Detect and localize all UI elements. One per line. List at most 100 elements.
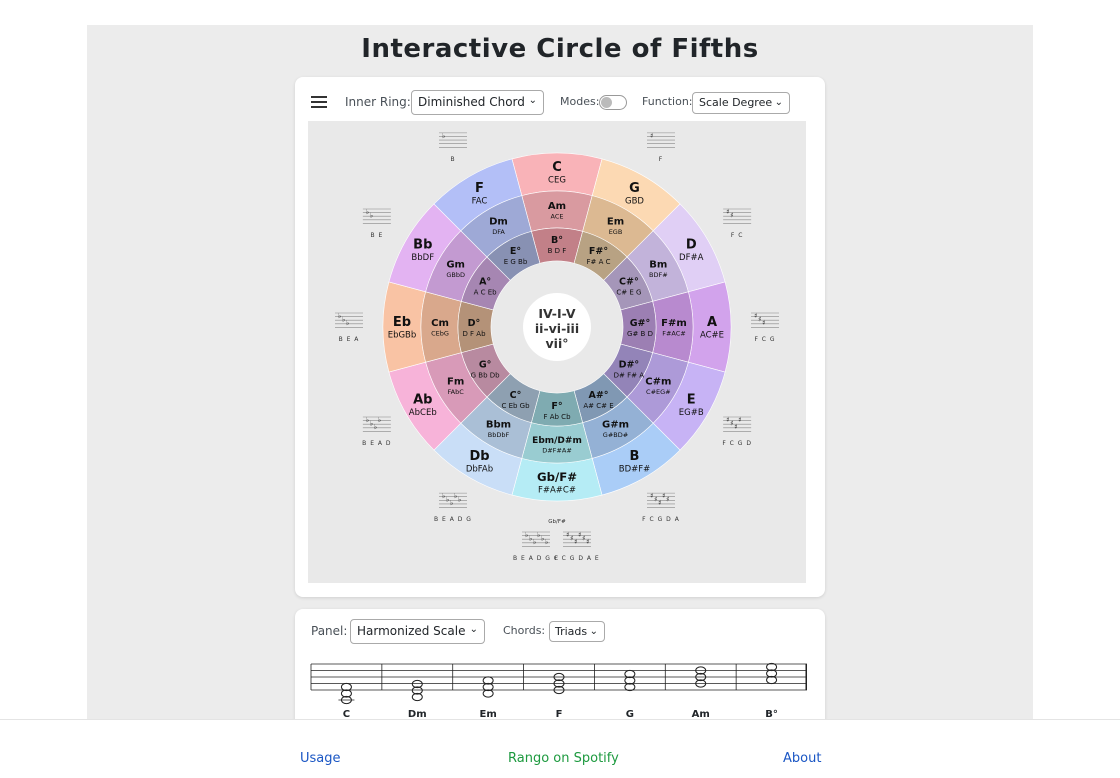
key-signature-label: F C G D A E xyxy=(554,555,599,562)
chord-notes: GBD xyxy=(625,196,644,206)
circle-card: Inner Ring: Diminished Chord ⌄ Modes: Fun… xyxy=(295,77,825,597)
accidental-icon: ♭ xyxy=(545,538,548,546)
chord-notes: CEG xyxy=(548,176,566,186)
accidental-icon: ♭ xyxy=(541,535,544,543)
chord-notes: D# F# A xyxy=(614,372,645,380)
outer-ring-segment[interactable]: AAC#E xyxy=(687,281,732,373)
function-select[interactable]: Scale Degree ⌄ xyxy=(692,92,790,114)
key-signature-label: F xyxy=(659,156,663,163)
panel-select[interactable]: Harmonized Scale ⌄ xyxy=(350,619,485,644)
accidental-icon: ♭ xyxy=(450,499,453,507)
middle-ring-segment[interactable]: CmCEbG xyxy=(420,291,462,363)
inner-ring-segment[interactable]: G#°G# B D xyxy=(620,301,657,353)
chord-name: G#m xyxy=(602,419,629,430)
accidental-icon: ♯ xyxy=(734,423,737,431)
chord-notes: BbDbF xyxy=(488,431,510,439)
middle-ring-segment[interactable]: Ebm/D#mD#F#A# xyxy=(521,422,593,464)
menu-icon[interactable] xyxy=(311,96,327,108)
outer-ring-segment[interactable]: CCEG xyxy=(511,152,603,197)
middle-ring-segment[interactable]: F#mF#AC# xyxy=(652,291,694,363)
chord-name: D xyxy=(686,238,697,253)
chord-name: G xyxy=(629,181,640,196)
accidental-icon: ♭ xyxy=(525,531,528,539)
circle-of-fifths: CCEGGGBDDDF#AAAC#EEEG#BBBD#F#Gb/F#F#A#C#… xyxy=(335,132,779,562)
spotify-link[interactable]: Rango on Spotify xyxy=(508,751,619,766)
chord-name: Gm xyxy=(446,260,465,271)
modes-toggle[interactable] xyxy=(599,95,627,110)
chord-notes: F Ab Cb xyxy=(543,413,571,421)
function-label: Function: xyxy=(642,95,693,108)
chord-name: Em xyxy=(607,217,624,228)
key-signature: ♭ ♭ B E xyxy=(362,208,391,239)
chord-notes: GBbD xyxy=(446,271,465,279)
chord-notes: BbDF xyxy=(411,253,434,263)
chord-notes: BD#F# xyxy=(619,465,651,475)
inner-ring-select[interactable]: Diminished Chord ⌄ xyxy=(411,90,544,115)
middle-ring-segment[interactable]: AmACE xyxy=(521,190,593,232)
chord-notes: ACE xyxy=(551,213,564,221)
key-signature: ♭ ♭ ♭♭ ♭ ♭B E A D G C xyxy=(513,531,558,562)
chords-select[interactable]: Triads ⌄ xyxy=(549,621,605,642)
chord-notes: F# A C xyxy=(586,258,610,266)
chord-notes: G Bb Db xyxy=(471,372,501,380)
accidental-icon: ♯ xyxy=(566,531,569,539)
chord-name: Cm xyxy=(431,318,449,329)
accidental-icon: ♯ xyxy=(582,535,585,543)
inner-ring-label: Inner Ring: xyxy=(345,95,411,109)
chord-notes: B D F xyxy=(548,247,567,255)
accidental-icon: ♭ xyxy=(370,212,373,220)
outer-ring-segment[interactable]: EbEbGBb xyxy=(382,281,427,373)
function-value: Scale Degree xyxy=(699,96,773,109)
chord-name: Eb xyxy=(393,315,411,330)
usage-link[interactable]: Usage xyxy=(300,751,341,766)
key-signature-label: F C xyxy=(731,232,744,239)
chord-notes: E G Bb xyxy=(504,258,528,266)
chord-notes: EGB xyxy=(609,228,623,236)
inner-ring-value: Diminished Chord xyxy=(418,95,525,109)
accidental-icon: ♭ xyxy=(529,535,532,543)
key-signature: ♯ ♯ ♯♯ ♯F C G D A xyxy=(642,492,679,523)
chord-notes: F#A#C# xyxy=(538,486,576,496)
key-signature: ♯ ♯ F C xyxy=(723,208,752,239)
modes-label: Modes: xyxy=(560,95,600,108)
chord-notes: EbGBb xyxy=(388,331,417,341)
chord-notes: FAC xyxy=(472,196,488,206)
chord-name: A xyxy=(707,315,717,330)
chord-name: Bbm xyxy=(486,419,511,430)
key-signature: ♭ ♭ ♭♭B E A D xyxy=(362,416,391,447)
panel-value: Harmonized Scale xyxy=(357,624,466,638)
chord-notes: DbFAb xyxy=(466,465,493,475)
key-signature-label: B E A xyxy=(339,336,360,343)
outer-ring-segment[interactable]: Gb/F# F#A#C# xyxy=(511,457,603,502)
chord-name: A° xyxy=(479,277,491,288)
inner-ring-segment[interactable]: B°B D F xyxy=(531,227,583,264)
key-signature: ♭ ♭ ♭B E A xyxy=(335,312,363,343)
chord-notes: CEbG xyxy=(431,330,449,338)
center-line-1: IV-I-V xyxy=(538,306,576,321)
accidental-icon: ♭ xyxy=(370,420,373,428)
center-line-3: vii° xyxy=(546,336,569,351)
chord-notes: A# C# E xyxy=(583,402,613,410)
chord-name: A#° xyxy=(588,390,608,401)
chord-notes: C# E G xyxy=(616,289,641,297)
accidental-icon: ♭ xyxy=(537,531,540,539)
chord-notes: AbCEb xyxy=(409,408,437,418)
inner-ring-segment[interactable]: F°F Ab Cb xyxy=(531,390,583,427)
chord-notes: DF#A xyxy=(679,253,704,263)
accidental-icon: ♯ xyxy=(650,132,653,140)
chord-notes: F#AC# xyxy=(662,330,686,338)
accidental-icon: ♭ xyxy=(342,316,345,324)
accidental-icon: ♯ xyxy=(726,208,729,216)
chord-name: Ebm/D#m xyxy=(532,436,582,446)
chord-name: G° xyxy=(479,360,492,371)
chord-notes: G# B D xyxy=(627,330,653,338)
accidental-icon: ♭ xyxy=(454,492,457,500)
inner-ring-segment[interactable]: D°D F Ab xyxy=(457,301,494,353)
chord-name: Fm xyxy=(447,377,464,388)
accidental-icon: ♭ xyxy=(366,208,369,216)
key-signature-label: B E A D G xyxy=(434,516,472,523)
about-link[interactable]: About xyxy=(783,751,821,766)
chord-notes: C#EG# xyxy=(646,388,671,396)
accidental-icon: ♭ xyxy=(442,132,445,140)
accidental-icon: ♯ xyxy=(738,416,741,424)
